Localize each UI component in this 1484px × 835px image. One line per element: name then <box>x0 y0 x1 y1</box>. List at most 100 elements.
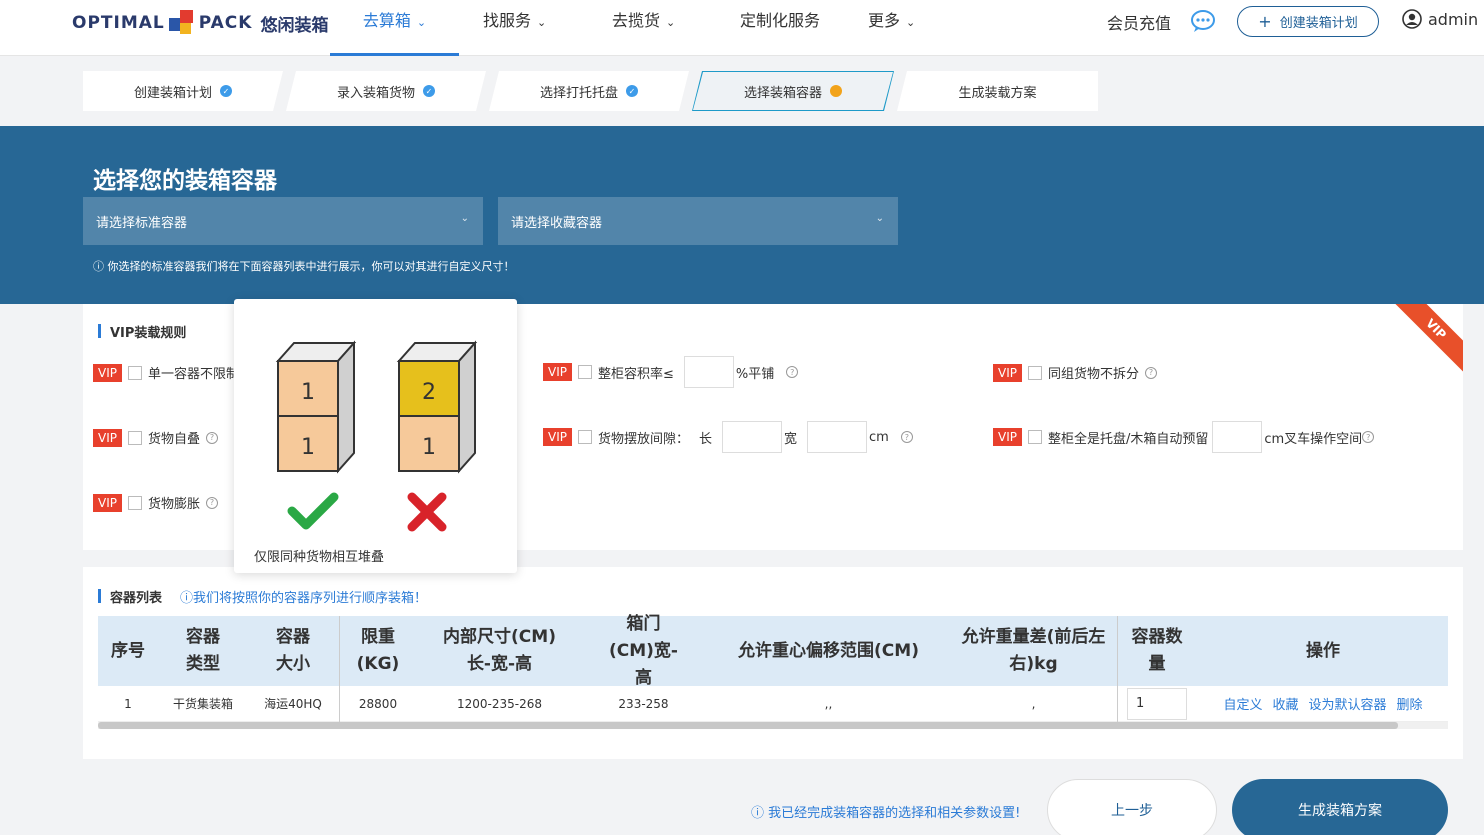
plus-icon: + <box>1258 12 1272 31</box>
step-label: 生成装载方案 <box>958 85 1037 101</box>
step-create-plan[interactable]: 创建装箱计划 ✓ <box>83 71 283 111</box>
col-qty: 容器数量 <box>1131 627 1183 674</box>
rule-suffix: %平铺 <box>735 366 775 382</box>
rule-volume-rate: VIP 整柜容积率≤ %平铺 ? <box>543 356 799 388</box>
col-door: 箱门(CM)宽-高 <box>609 613 678 688</box>
cell-door: 233-258 <box>618 696 669 711</box>
logo-text-left: OPTIMAL <box>72 13 165 33</box>
step-select-container[interactable]: 选择装箱容器 <box>692 71 894 111</box>
valid-stack-icon: 1 1 <box>275 340 357 474</box>
gap-length-label: 长 <box>699 431 713 447</box>
vip-ribbon: VIP <box>1389 304 1463 376</box>
rule-pallet-reserve: VIP 整柜全是托盘/木箱自动预留 cm叉车操作空间 ? <box>993 421 1375 453</box>
left-top-box-label: 1 <box>301 380 315 405</box>
logo[interactable]: OPTIMAL PACK 悠闲装箱 <box>72 8 328 38</box>
rule-label: 货物摆放间隙： <box>597 431 689 447</box>
banner-hint: ⓘ 你选择的标准容器我们将在下面容器列表中进行展示，你可以对其进行自定义尺寸！ <box>93 260 515 273</box>
invalid-stack-icon: 2 1 <box>396 340 478 474</box>
generate-plan-button[interactable]: 生成装箱方案 <box>1232 779 1448 835</box>
help-icon[interactable]: ? <box>1362 431 1375 443</box>
user-menu[interactable]: admin <box>1402 9 1478 29</box>
member-recharge-link[interactable]: 会员充值 <box>1107 10 1171 34</box>
logo-cn: 悠闲装箱 <box>260 15 329 36</box>
chevron-down-icon: ⌄ <box>906 16 916 29</box>
cell-weight-diff: , <box>1031 696 1036 711</box>
top-nav: OPTIMAL PACK 悠闲装箱 去算箱 ⌄ 找服务 ⌄ 去揽货 ⌄ 定制化服务 更… <box>0 0 1484 56</box>
cell-max-weight: 28800 <box>358 696 398 711</box>
cell-index: 1 <box>124 696 132 711</box>
vip-tag: VIP <box>993 363 1022 382</box>
vip-tag: VIP <box>93 363 122 382</box>
self-stack-checkbox[interactable] <box>127 430 142 445</box>
pallet-reserve-checkbox[interactable] <box>1027 430 1042 444</box>
table-header: 序号 容器类型 容器大小 限重(KG) 内部尺寸(CM)长-宽-高 箱门(CM)… <box>98 613 1448 688</box>
rule-single-container: VIP 单一容器不限制 <box>93 363 239 382</box>
pallet-reserve-input[interactable] <box>1212 421 1263 453</box>
right-top-box-label: 2 <box>422 380 436 405</box>
rule-group-nosplit: VIP 同组货物不拆分 ? <box>993 363 1157 382</box>
help-icon[interactable]: ? <box>1145 366 1157 379</box>
container-banner: 选择您的装箱容器 请选择标准容器 ⌄ 请选择收藏容器 ⌄ ⓘ 你选择的标准容器我… <box>0 126 1484 304</box>
chevron-down-icon: ⌄ <box>875 213 884 224</box>
logo-text-right: PACK <box>198 13 253 33</box>
chat-icon[interactable] <box>1190 9 1216 33</box>
volume-rate-input[interactable] <box>683 356 734 388</box>
favorite-container-select[interactable]: 请选择收藏容器 ⌄ <box>498 197 898 245</box>
nav-label: 去揽货 <box>612 11 661 30</box>
logo-cube-icon <box>168 10 195 36</box>
help-icon[interactable]: ? <box>786 366 799 378</box>
nav-item-cargo[interactable]: 去揽货 ⌄ <box>612 0 675 56</box>
col-weight-diff: 允许重量差(前后左右)kg <box>961 627 1106 674</box>
col-actions: 操作 <box>1306 640 1340 661</box>
container-qty-input[interactable]: 1 <box>1127 687 1187 720</box>
container-list-hint: ⓘ我们将按照你的容器序列进行顺序装箱！ <box>180 591 428 606</box>
cell-actions: 自定义 收藏 设为默认容器 删除 <box>1198 686 1448 721</box>
gap-width-input[interactable] <box>807 421 868 453</box>
nav-item-custom[interactable]: 定制化服务 <box>740 0 820 56</box>
step-generate-plan[interactable]: 生成装载方案 <box>897 71 1098 111</box>
page-title: 选择您的装箱容器 <box>93 168 277 194</box>
step-select-pallet[interactable]: 选择打托托盘 ✓ <box>489 71 689 111</box>
check-icon: ✓ <box>626 85 638 97</box>
scrollbar-thumb[interactable] <box>98 722 1398 729</box>
vip-tag: VIP <box>543 363 572 381</box>
expand-checkbox[interactable] <box>127 495 142 510</box>
check-icon: ✓ <box>220 85 232 97</box>
fixed-column-divider <box>1117 616 1118 728</box>
col-max-weight: 限重(KG) <box>356 627 400 674</box>
select-placeholder: 请选择收藏容器 <box>511 215 603 231</box>
table-scrollbar[interactable] <box>98 722 1448 729</box>
create-plan-button[interactable]: + 创建装箱计划 <box>1237 6 1379 37</box>
cell-type: 干货集装箱 <box>172 697 233 711</box>
gap-checkbox[interactable] <box>577 430 592 444</box>
nav-item-calc[interactable]: 去算箱 ⌄ <box>330 0 459 56</box>
standard-container-select[interactable]: 请选择标准容器 ⌄ <box>83 197 483 245</box>
group-nosplit-checkbox[interactable] <box>1027 365 1042 380</box>
gap-width-label: 宽 <box>784 431 798 447</box>
delete-link[interactable]: 删除 <box>1397 694 1423 713</box>
single-container-checkbox[interactable] <box>127 365 142 380</box>
nav-item-service[interactable]: 找服务 ⌄ <box>483 0 546 56</box>
nav-label: 找服务 <box>483 11 532 30</box>
rule-label: 整柜全是托盘/木箱自动预留 <box>1047 431 1209 447</box>
container-list-title: 容器列表 <box>98 587 162 606</box>
chevron-down-icon: ⌄ <box>666 16 676 29</box>
cell-cog-offset: ,, <box>824 696 833 711</box>
help-icon[interactable]: ? <box>206 431 218 444</box>
gap-length-input[interactable] <box>722 421 783 453</box>
left-bottom-box-label: 1 <box>301 435 315 460</box>
volume-rate-checkbox[interactable] <box>577 365 592 379</box>
help-icon[interactable]: ? <box>206 496 218 509</box>
current-dot-icon <box>830 85 842 97</box>
check-icon: ✓ <box>423 85 435 97</box>
set-default-link[interactable]: 设为默认容器 <box>1309 694 1387 713</box>
favorite-link[interactable]: 收藏 <box>1272 694 1298 713</box>
step-enter-cargo[interactable]: 录入装箱货物 ✓ <box>286 71 486 111</box>
help-icon[interactable]: ? <box>900 431 913 443</box>
prev-step-button[interactable]: 上一步 <box>1047 779 1217 835</box>
tooltip-caption: 仅限同种货物相互堆叠 <box>254 550 385 565</box>
col-type: 容器类型 <box>186 627 220 674</box>
rule-label: 单一容器不限制 <box>147 367 239 382</box>
nav-item-more[interactable]: 更多 ⌄ <box>868 0 915 56</box>
customize-link[interactable]: 自定义 <box>1223 694 1262 713</box>
